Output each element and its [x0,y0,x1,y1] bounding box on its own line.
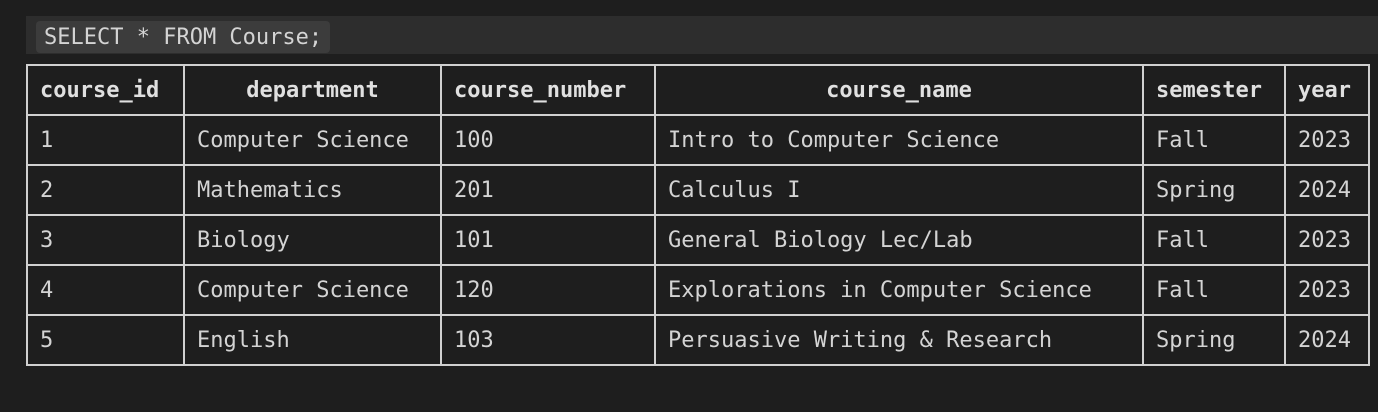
table-cell: 2023 [1284,114,1370,166]
table-cell: Mathematics [183,164,442,216]
table-row: 3 Biology 101 General Biology Lec/Lab Fa… [26,214,1370,266]
table-cell: Fall [1142,114,1286,166]
table-row: 2 Mathematics 201 Calculus I Spring 2024 [26,164,1370,216]
table-cell: 120 [440,264,656,316]
table-cell: Spring [1142,314,1286,366]
table-cell: 2023 [1284,264,1370,316]
column-header: course_number [440,64,656,116]
table-cell: Persuasive Writing & Research [654,314,1144,366]
table-cell: 201 [440,164,656,216]
table-cell: Computer Science [183,264,442,316]
table-row: 4 Computer Science 120 Explorations in C… [26,264,1370,316]
table-cell: 2 [26,164,185,216]
table-cell: Computer Science [183,114,442,166]
table-cell: 3 [26,214,185,266]
table-cell: Spring [1142,164,1286,216]
table-header-row: course_id department course_number cours… [26,64,1370,116]
table-cell: Fall [1142,214,1286,266]
table-cell: Biology [183,214,442,266]
table-cell: 4 [26,264,185,316]
table-cell: 101 [440,214,656,266]
table-cell: 1 [26,114,185,166]
query-result-table: course_id department course_number cours… [26,64,1370,366]
table-cell: Fall [1142,264,1286,316]
column-header: course_name [654,64,1144,116]
table-row: 5 English 103 Persuasive Writing & Resea… [26,314,1370,366]
table-row: 1 Computer Science 100 Intro to Computer… [26,114,1370,166]
table-cell: 5 [26,314,185,366]
table-cell: 103 [440,314,656,366]
table-cell: Intro to Computer Science [654,114,1144,166]
sql-query-text[interactable]: SELECT * FROM Course; [36,21,331,53]
table-cell: 2024 [1284,164,1370,216]
table-cell: Calculus I [654,164,1144,216]
column-header: year [1284,64,1370,116]
table-cell: Explorations in Computer Science [654,264,1144,316]
table-cell: 2023 [1284,214,1370,266]
column-header: department [183,64,442,116]
column-header: course_id [26,64,185,116]
table-cell: 2024 [1284,314,1370,366]
table-cell: English [183,314,442,366]
column-header: semester [1142,64,1286,116]
table-cell: General Biology Lec/Lab [654,214,1144,266]
editor-gutter [0,0,26,412]
table-cell: 100 [440,114,656,166]
